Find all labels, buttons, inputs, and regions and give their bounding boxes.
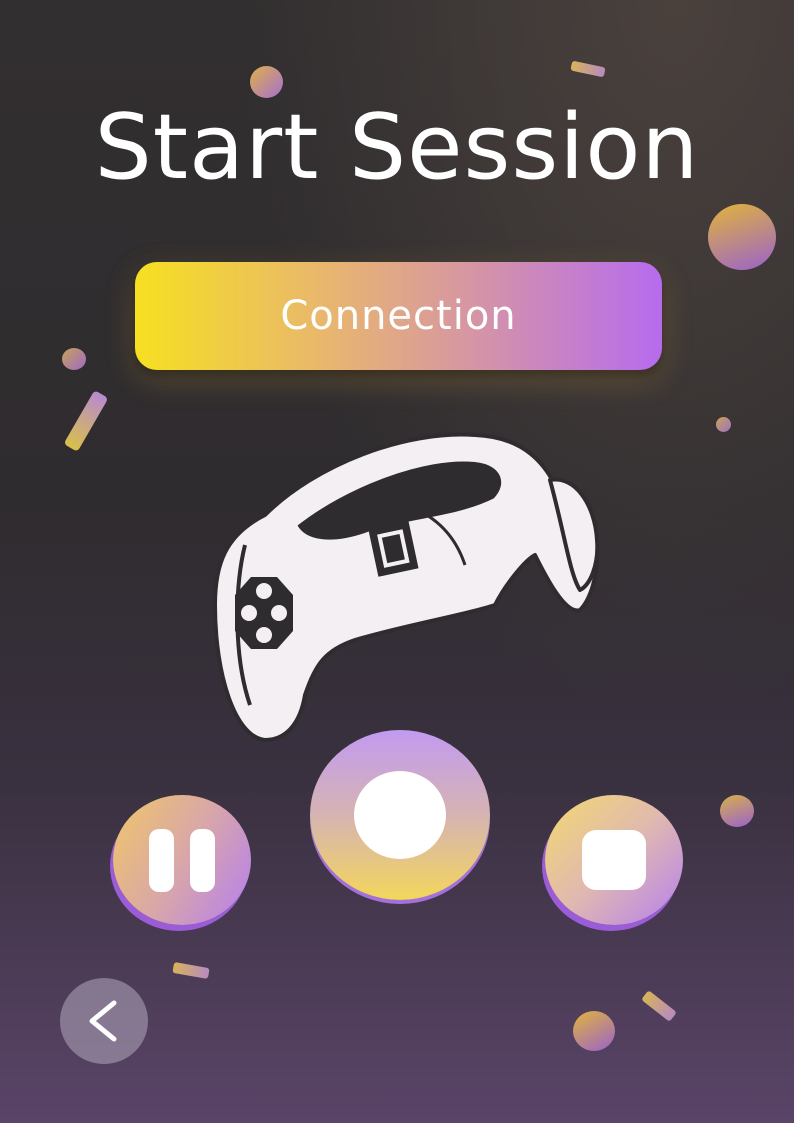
confetti-strip [570,60,606,78]
confetti-dot [250,66,283,98]
confetti-dot [62,348,86,370]
confetti-dot [573,1011,615,1051]
page-title: Start Session [94,95,700,200]
record-button[interactable] [310,730,490,900]
connection-button-label: Connection [280,293,517,339]
connection-button[interactable]: Connection [135,262,662,370]
confetti-strip [641,990,677,1022]
gamepad-icon [213,432,600,742]
record-icon [354,771,446,859]
confetti-dot [708,204,776,270]
confetti-dot [716,417,731,432]
chevron-left-icon [89,1000,117,1042]
stop-icon [582,830,646,890]
confetti-strip [63,390,109,452]
confetti-dot [720,795,754,827]
back-button[interactable] [60,978,148,1064]
pause-icon [141,828,223,892]
pause-button[interactable] [113,795,251,925]
confetti-strip [172,961,210,980]
stop-button[interactable] [545,795,683,925]
